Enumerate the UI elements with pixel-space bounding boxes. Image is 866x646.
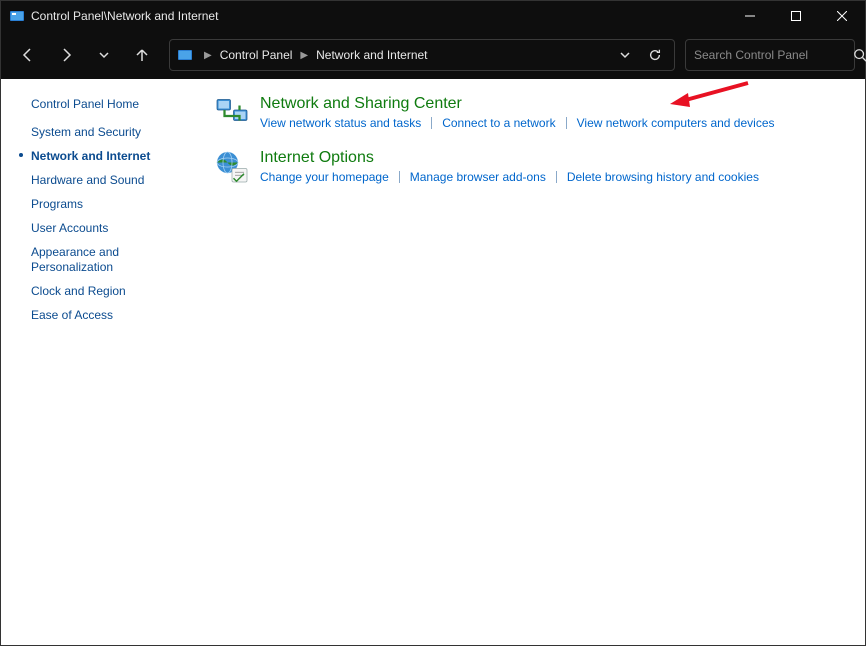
internet-options-icon xyxy=(214,149,250,185)
refresh-button[interactable] xyxy=(640,40,670,70)
sidebar-item-hardware-and-sound[interactable]: Hardware and Sound xyxy=(13,173,198,188)
maximize-button[interactable] xyxy=(773,1,819,31)
window-title: Control Panel\Network and Internet xyxy=(31,9,727,23)
heading-network-and-sharing-center[interactable]: Network and Sharing Center xyxy=(260,95,775,113)
link-divider xyxy=(566,117,567,129)
sidebar-item-ease-of-access[interactable]: Ease of Access xyxy=(13,308,198,323)
main-panel: Network and Sharing Center View network … xyxy=(208,79,865,645)
link-divider xyxy=(556,171,557,183)
address-dropdown-button[interactable] xyxy=(610,40,640,70)
app-icon xyxy=(9,8,25,24)
section-network-and-sharing-center: Network and Sharing Center View network … xyxy=(214,95,847,131)
sidebar-item-appearance-and-personalization[interactable]: Appearance and Personalization xyxy=(13,245,198,275)
heading-internet-options[interactable]: Internet Options xyxy=(260,149,759,167)
address-bar[interactable]: ▶ Control Panel ▶ Network and Internet xyxy=(169,39,675,71)
address-bar-icon xyxy=(176,46,194,64)
close-button[interactable] xyxy=(819,1,865,31)
control-panel-home-link[interactable]: Control Panel Home xyxy=(13,97,198,111)
navbar: ▶ Control Panel ▶ Network and Internet xyxy=(1,31,865,79)
section-internet-options: Internet Options Change your homepage Ma… xyxy=(214,149,847,185)
link-divider xyxy=(431,117,432,129)
sidebar-item-clock-and-region[interactable]: Clock and Region xyxy=(13,284,198,299)
breadcrumb-control-panel[interactable]: Control Panel xyxy=(216,48,297,62)
titlebar: Control Panel\Network and Internet xyxy=(1,1,865,31)
sidebar-item-network-and-internet[interactable]: Network and Internet xyxy=(13,149,198,164)
chevron-right-icon[interactable]: ▶ xyxy=(296,50,312,61)
up-button[interactable] xyxy=(125,38,159,72)
search-icon[interactable] xyxy=(853,48,866,62)
link-delete-browsing-history-and-cookies[interactable]: Delete browsing history and cookies xyxy=(567,170,759,184)
link-view-network-status-and-tasks[interactable]: View network status and tasks xyxy=(260,116,421,130)
sidebar-item-user-accounts[interactable]: User Accounts xyxy=(13,221,198,236)
history-dropdown-button[interactable] xyxy=(87,38,121,72)
sidebar-item-system-and-security[interactable]: System and Security xyxy=(13,125,198,140)
chevron-right-icon[interactable]: ▶ xyxy=(200,50,216,61)
back-button[interactable] xyxy=(11,38,45,72)
link-divider xyxy=(399,171,400,183)
window: Control Panel\Network and Internet xyxy=(0,0,866,646)
forward-button[interactable] xyxy=(49,38,83,72)
link-manage-browser-add-ons[interactable]: Manage browser add-ons xyxy=(410,170,546,184)
link-view-network-computers-and-devices[interactable]: View network computers and devices xyxy=(577,116,775,130)
breadcrumb-network-and-internet[interactable]: Network and Internet xyxy=(312,48,431,62)
link-connect-to-a-network[interactable]: Connect to a network xyxy=(442,116,555,130)
link-change-your-homepage[interactable]: Change your homepage xyxy=(260,170,389,184)
sidebar: Control Panel Home System and Security N… xyxy=(1,79,208,645)
search-bar[interactable] xyxy=(685,39,855,71)
network-sharing-icon xyxy=(214,95,250,131)
search-input[interactable] xyxy=(694,48,849,62)
sidebar-item-programs[interactable]: Programs xyxy=(13,197,198,212)
content-area: Control Panel Home System and Security N… xyxy=(1,79,865,645)
minimize-button[interactable] xyxy=(727,1,773,31)
